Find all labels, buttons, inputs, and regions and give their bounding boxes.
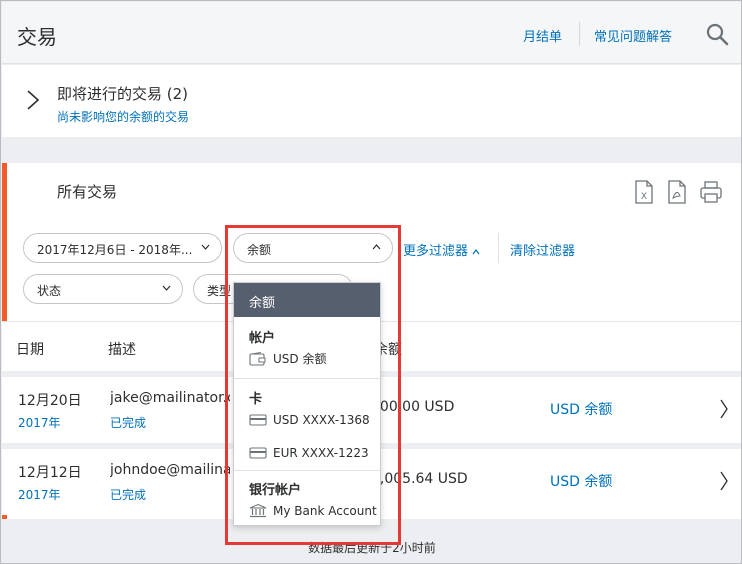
pdf-export-icon[interactable] xyxy=(666,180,688,204)
dropdown-selected-option[interactable]: 余额 xyxy=(234,283,380,317)
dropdown-option-usd-balance[interactable]: USD 余额 xyxy=(234,346,380,372)
dropdown-group-accounts: 帐户 xyxy=(249,331,276,346)
row-amount: 500.00 USD xyxy=(371,399,455,415)
row-date: 12月12日 xyxy=(18,465,82,481)
print-icon[interactable] xyxy=(699,180,723,204)
row-status: 已完成 xyxy=(110,488,147,502)
balance-filter[interactable]: 余额 xyxy=(233,233,393,263)
app-window: 交易 月结单 常见问题解答 即将进行的交易 (2) 尚未影响您的余额的交易 所有… xyxy=(0,0,742,564)
dropdown-group-cards: 卡 xyxy=(249,392,263,407)
search-icon[interactable] xyxy=(705,22,729,46)
wallet-icon xyxy=(249,352,266,366)
chevron-right-icon[interactable] xyxy=(719,471,729,491)
svg-text:X: X xyxy=(641,192,647,202)
pending-transactions-panel[interactable]: 即将进行的交易 (2) 尚未影响您的余额的交易 xyxy=(2,65,741,137)
chevron-down-icon xyxy=(201,244,210,250)
column-header-date: 日期 xyxy=(16,342,44,358)
dropdown-option-label: My Bank Account xyxy=(273,504,377,518)
faq-link[interactable]: 常见问题解答 xyxy=(594,26,672,45)
chevron-down-icon xyxy=(162,285,171,291)
type-filter-value: 类型 xyxy=(207,284,232,298)
status-filter[interactable]: 状态 xyxy=(23,274,183,304)
row-amount: 1,005.64 USD xyxy=(371,471,468,487)
chevron-up-icon xyxy=(472,248,480,254)
excel-export-icon[interactable]: X xyxy=(633,180,655,204)
date-range-value: 2017年12月6日 - 2018年... xyxy=(37,243,193,257)
dropdown-option-label: EUR XXXX-1223 xyxy=(273,446,369,460)
row-year: 2017年 xyxy=(18,488,61,502)
more-filters-label: 更多过滤器 xyxy=(403,244,469,259)
column-header-description: 描述 xyxy=(108,342,136,358)
page-title: 交易 xyxy=(17,25,57,49)
status-filter-value: 状态 xyxy=(37,284,62,298)
statement-link[interactable]: 月结单 xyxy=(523,26,562,45)
dropdown-option-label: USD XXXX-1368 xyxy=(273,413,370,427)
dropdown-group-bank-accounts: 银行帐户 xyxy=(249,483,302,498)
dropdown-option-usd-card[interactable]: USD XXXX-1368 xyxy=(234,407,380,433)
balance-filter-value: 余额 xyxy=(247,243,272,257)
dropdown-option-eur-card[interactable]: EUR XXXX-1223 xyxy=(234,440,380,466)
chevron-up-icon xyxy=(372,244,381,250)
row-funding-source[interactable]: USD 余额 xyxy=(550,471,612,491)
balance-dropdown-menu: 余额 帐户 USD 余额 卡 USD XXXX-1368 EUR XXXX-12… xyxy=(233,282,381,526)
pending-subtitle: 尚未影响您的余额的交易 xyxy=(57,110,190,124)
chevron-right-icon[interactable] xyxy=(719,399,729,419)
card-icon xyxy=(249,447,267,459)
row-counterparty: johndoe@mailinator.com xyxy=(110,462,230,478)
card-icon xyxy=(249,414,267,426)
clear-filters-link[interactable]: 清除过滤器 xyxy=(510,240,575,259)
header-bar: 交易 月结单 常见问题解答 xyxy=(2,2,741,64)
pending-title: 即将进行的交易 (2) xyxy=(57,85,189,103)
dropdown-option-label: USD 余额 xyxy=(273,352,327,366)
filter-divider xyxy=(498,233,499,263)
row-funding-source[interactable]: USD 余额 xyxy=(550,399,612,419)
date-range-filter[interactable]: 2017年12月6日 - 2018年... xyxy=(23,233,222,263)
dropdown-option-bank-account[interactable]: My Bank Account xyxy=(234,498,380,524)
row-counterparty: jake@mailinator.com xyxy=(110,390,230,406)
all-transactions-title: 所有交易 xyxy=(57,183,118,201)
row-year: 2017年 xyxy=(18,416,61,430)
more-filters-link[interactable]: 更多过滤器 xyxy=(403,240,480,259)
last-updated-text: 数据最后更新于2小时前 xyxy=(308,541,436,555)
chevron-right-icon xyxy=(27,90,40,110)
bank-icon xyxy=(249,504,267,518)
row-date: 12月20日 xyxy=(18,393,82,409)
row-status: 已完成 xyxy=(110,416,147,430)
header-divider xyxy=(579,22,580,46)
